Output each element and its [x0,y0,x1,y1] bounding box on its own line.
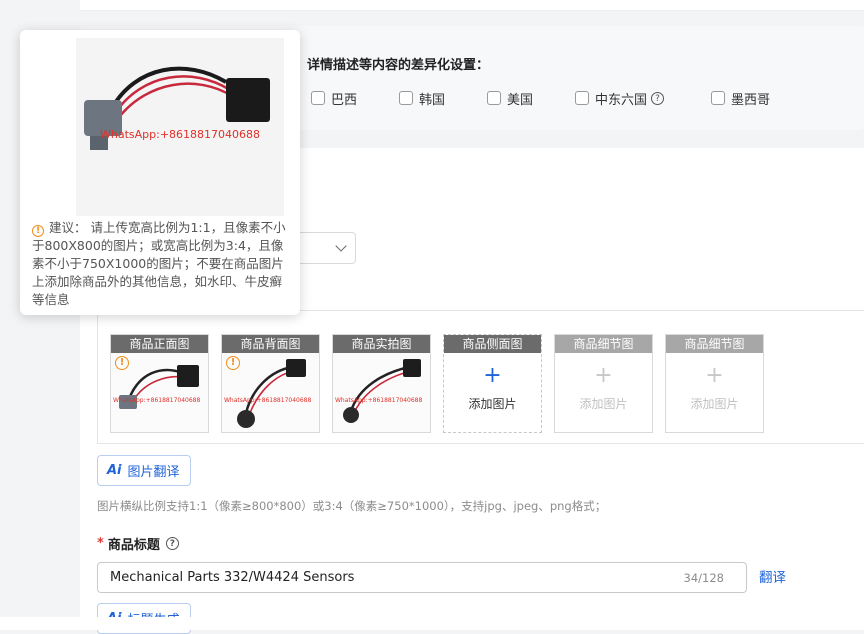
mexico-checkbox[interactable] [711,91,725,105]
help-icon[interactable]: ? [651,91,665,105]
image-watermark: WhatsApp:+8618817040688 [100,128,261,141]
market-option-label: 中东六国 [595,92,648,108]
image-watermark: WhatsApp:+8618817040688 [113,397,201,404]
plus-icon: + [594,363,613,388]
market-option-mexico[interactable]: 墨西哥 [711,88,770,108]
slot-title: 商品细节图 [666,335,763,353]
help-icon[interactable]: ? [165,537,179,550]
product-thumbnail[interactable]: ! WhatsApp:+8618817040688 [111,353,208,432]
market-option-brazil[interactable]: 巴西 [311,88,357,108]
product-title-label-row: * 商品标题 ? [97,534,179,553]
chevron-down-icon [335,240,347,252]
image-translate-label: 图片翻译 [127,465,180,480]
product-title-label: 商品标题 [107,538,160,553]
slot-title: 商品侧面图 [444,335,541,353]
plus-icon[interactable]: + [444,365,541,387]
image-format-hint: 图片横纵比例支持1:1（像素≥800*800）或3:4（像素≥750*1000）… [97,499,607,513]
slot-title: 商品正面图 [111,335,208,353]
warning-icon[interactable]: ! [226,356,240,370]
sensor-harness-image [84,66,270,150]
image-slot-front[interactable]: 商品正面图 ! WhatsApp:+8618817040688 [110,334,209,433]
tooltip-text-block: ! 建议： 请上传宽高比例为1:1，且像素不小于800X800的图片；或宽高比例为… [32,219,294,309]
slot-title: 商品细节图 [555,335,652,353]
image-guideline-tooltip: WhatsApp:+8618817040688 ! 建议： 请上传宽高比例为1:1… [20,30,300,315]
required-mark: * [97,536,104,551]
image-translate-button[interactable]: Ai 图片翻译 [97,455,191,486]
slot-title: 商品实拍图 [333,335,430,353]
image-watermark: WhatsApp:+8618817040688 [224,397,312,404]
market-option-usa[interactable]: 美国 [487,88,533,108]
middle-east-checkbox[interactable] [575,91,589,105]
image-slot-detail[interactable]: 商品细节图 + 添加图片 [554,334,653,433]
warning-icon: ! [32,225,44,237]
plus-icon: + [705,363,724,388]
image-slot-side[interactable]: 商品侧面图 + 添加图片 [443,334,542,433]
translate-link[interactable]: 翻译 [759,566,786,586]
product-title-value: Mechanical Parts 332/W4424 Sensors [110,570,355,585]
market-option-label: 美国 [507,92,534,108]
image-slot-detail[interactable]: 商品细节图 + 添加图片 [665,334,764,433]
image-slot-real[interactable]: 商品实拍图 WhatsApp:+8618817040688 [332,334,431,433]
tooltip-preview-image: WhatsApp:+8618817040688 [76,38,284,216]
market-option-label: 韩国 [419,92,446,108]
top-card-edge [80,0,864,11]
slot-title: 商品背面图 [222,335,319,353]
market-settings-heading: 详情描述等内容的差异化设置： [307,58,490,73]
image-slot-back[interactable]: 商品背面图 ! WhatsApp:+8618817040688 [221,334,320,433]
market-option-label: 墨西哥 [731,92,771,108]
ai-icon: Ai [107,463,122,478]
bottom-bar [0,617,864,630]
tooltip-guideline-text: 建议： 请上传宽高比例为1:1，且像素不小于800X800的图片；或宽高比例为3… [32,220,286,307]
warning-icon[interactable]: ! [115,356,129,370]
image-watermark: WhatsApp:+8618817040688 [335,397,423,404]
product-thumbnail[interactable]: WhatsApp:+8618817040688 [333,353,430,432]
add-image-label[interactable]: 添加图片 [444,395,541,412]
product-thumbnail[interactable]: ! WhatsApp:+8618817040688 [222,353,319,432]
brazil-checkbox[interactable] [311,91,325,105]
add-image-label: 添加图片 [690,397,739,411]
add-image-label: 添加图片 [579,397,628,411]
character-count: 34/128 [683,571,724,585]
market-option-middle-east[interactable]: 中东六国 ? [575,88,665,108]
korea-checkbox[interactable] [399,91,413,105]
sensor-harness-image [343,359,421,423]
product-title-input[interactable]: Mechanical Parts 332/W4424 Sensors 34/12… [97,562,747,593]
market-option-label: 巴西 [331,92,358,108]
market-option-korea[interactable]: 韩国 [399,88,445,108]
usa-checkbox[interactable] [487,91,501,105]
